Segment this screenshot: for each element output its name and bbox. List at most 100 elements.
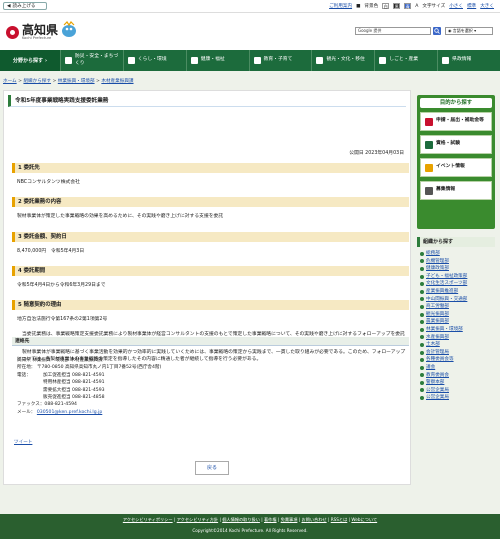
org-link[interactable]: 公営企業局 [426, 394, 449, 402]
org-link[interactable]: 警察本部 [426, 379, 444, 387]
org-link[interactable]: 教育委員会 [426, 372, 449, 380]
breadcrumb-division[interactable]: 木材産業振興課 [101, 79, 133, 84]
chevron-right-icon: › [44, 57, 48, 64]
text-size-icon: A [415, 3, 419, 9]
org-item[interactable]: 総務部 [420, 250, 495, 258]
purpose-events[interactable]: イベント情報 [420, 158, 492, 177]
search-input[interactable]: Google 提供 [355, 27, 431, 35]
org-item[interactable]: 土木部 [420, 341, 495, 349]
nav-item-living[interactable]: くらし・環境 [122, 50, 186, 71]
copyright: Copyright©2014 Kochi Prefecture. All Rig… [192, 528, 308, 533]
org-item[interactable]: 子ども・福祉政策部 [420, 273, 495, 281]
contact-address-row: 所在地： 〒780-0850 高知県高知市丸ノ内1丁目7番52号(西庁舎4階) [17, 364, 161, 371]
org-item[interactable]: 警察本部 [420, 379, 495, 387]
org-item[interactable]: 観光振興部 [420, 311, 495, 319]
text-small-link[interactable]: 小さく [449, 3, 463, 9]
org-link[interactable]: 公営企業局 [426, 387, 449, 395]
read-aloud-button[interactable]: ◀ 読み上げる [3, 2, 47, 10]
org-item[interactable]: 水産振興部 [420, 334, 495, 342]
org-link[interactable]: 会計管理局 [426, 349, 449, 357]
contact-phone-row: 電話： 加工促進担当 088-821-4591 特用林産担当 088-821-4… [17, 372, 161, 402]
footer-link[interactable]: 個人情報の取り扱い [222, 517, 260, 522]
search-button[interactable] [433, 27, 441, 35]
breadcrumb-home[interactable]: ホーム [3, 79, 17, 84]
language-label: 言語を選択 [452, 28, 473, 33]
guide-link[interactable]: ご利用案内 [329, 3, 352, 9]
back-button[interactable]: 戻る [195, 461, 229, 475]
footer-link[interactable]: アクセシビリティ方針 [177, 517, 218, 522]
org-item[interactable]: 林業振興・環境部 [420, 326, 495, 334]
org-link[interactable]: 議会 [426, 364, 435, 372]
site-logo[interactable]: 高知県 Kochi Prefecture [6, 24, 58, 40]
org-item[interactable]: 農業振興部 [420, 318, 495, 326]
breadcrumb-dept[interactable]: 林業振興・環境部 [58, 79, 95, 84]
org-item[interactable]: 公営企業局 [420, 394, 495, 402]
purpose-recruitment[interactable]: 募集情報 [420, 181, 492, 200]
language-select[interactable]: ◉ 言語を選択 ▾ [445, 27, 493, 35]
nav-item-tourism[interactable]: 観光・文化・移住 [311, 50, 374, 71]
nav-item-safety[interactable]: 防災・安全・まちづくり [60, 50, 123, 71]
nav-item-government[interactable]: 県政情報 [437, 50, 500, 71]
bg-white-button[interactable]: 白 [382, 3, 390, 9]
org-link[interactable]: 危機管理部 [426, 258, 449, 266]
breadcrumb-org[interactable]: 組織から探す [23, 79, 51, 84]
mail-link[interactable]: 030501@ken.pref.kochi.lg.jp [37, 410, 102, 415]
bg-black-button[interactable]: 黒 [393, 3, 401, 9]
calendar-icon [425, 163, 433, 172]
org-link[interactable]: 子ども・福祉政策部 [426, 273, 467, 281]
org-link[interactable]: 林業振興・環境部 [426, 326, 463, 334]
org-item[interactable]: 産業振興推進部 [420, 288, 495, 296]
phone-label: 電話： [17, 372, 31, 378]
org-item[interactable]: 危機管理部 [420, 258, 495, 266]
nav-find-by-field[interactable]: 分野から探す › [0, 50, 60, 71]
bg-blue-button[interactable]: 青 [404, 3, 412, 9]
org-link[interactable]: 健康政策部 [426, 265, 449, 273]
nav-item-education[interactable]: 教育・子育て [248, 50, 312, 71]
org-link[interactable]: 農業振興部 [426, 318, 449, 326]
footer-link[interactable]: アクセシビリティポリシー [123, 517, 173, 522]
org-item[interactable]: 各種委員会等 [420, 356, 495, 364]
palette-icon: ■ [356, 3, 361, 9]
org-link[interactable]: 土木部 [426, 341, 440, 349]
footer-link[interactable]: Webについて [351, 517, 377, 522]
org-item[interactable]: 商工労働部 [420, 303, 495, 311]
bullet-icon [420, 282, 424, 287]
plane-icon [316, 57, 324, 64]
tweet-link[interactable]: ツイート [14, 439, 32, 445]
footer-link[interactable]: RSSとは [331, 517, 348, 522]
org-link[interactable]: 総務部 [426, 250, 440, 258]
org-item[interactable]: 教育委員会 [420, 372, 495, 380]
nav-item-industry[interactable]: しごと・産業 [374, 50, 437, 71]
org-link[interactable]: 水産振興部 [426, 334, 449, 342]
bullet-icon [420, 342, 424, 347]
org-link[interactable]: 各種委員会等 [426, 356, 454, 364]
site-header: 高知県 Kochi Prefecture Google 提供 ◉ 言語を選択 ▾ [0, 13, 500, 50]
contact-fax: ファックス：088-821-4594 [17, 402, 77, 408]
bullet-icon [420, 251, 424, 256]
org-item[interactable]: 議会 [420, 364, 495, 372]
bullet-icon [420, 289, 424, 294]
org-link[interactable]: 産業振興推進部 [426, 288, 458, 296]
org-item[interactable]: 公営企業局 [420, 387, 495, 395]
purpose-qualification[interactable]: 資格・試験 [420, 135, 492, 154]
org-link[interactable]: 中山間振興・交通部 [426, 296, 467, 304]
purpose-application[interactable]: 申請・届出・補助金等 [420, 112, 492, 131]
contact-mail-row: メール： 030501@ken.pref.kochi.lg.jp [17, 409, 161, 416]
org-item[interactable]: 中山間振興・交通部 [420, 296, 495, 304]
footer-link[interactable]: お問い合わせ [301, 517, 326, 522]
org-item[interactable]: 会計管理局 [420, 349, 495, 357]
footer-link[interactable]: 著作権 [264, 517, 277, 522]
org-item[interactable]: 文化生活スポーツ部 [420, 280, 495, 288]
footer-link[interactable]: 免責事項 [281, 517, 298, 522]
org-link[interactable]: 観光振興部 [426, 311, 449, 319]
org-item[interactable]: 健康政策部 [420, 265, 495, 273]
published-date: 公開日 2023年04月03日 [349, 151, 404, 156]
read-aloud-label: 読み上げる [12, 4, 36, 9]
speaker-icon: ◀ [7, 3, 11, 9]
nav-item-health[interactable]: 健康・福祉 [185, 50, 249, 71]
org-link[interactable]: 商工労働部 [426, 303, 449, 311]
org-link[interactable]: 文化生活スポーツ部 [426, 280, 467, 288]
text-normal-link[interactable]: 標準 [467, 3, 476, 9]
section-heading-content: 2 委託業務の内容 [12, 197, 409, 207]
text-large-link[interactable]: 大きく [480, 3, 494, 9]
